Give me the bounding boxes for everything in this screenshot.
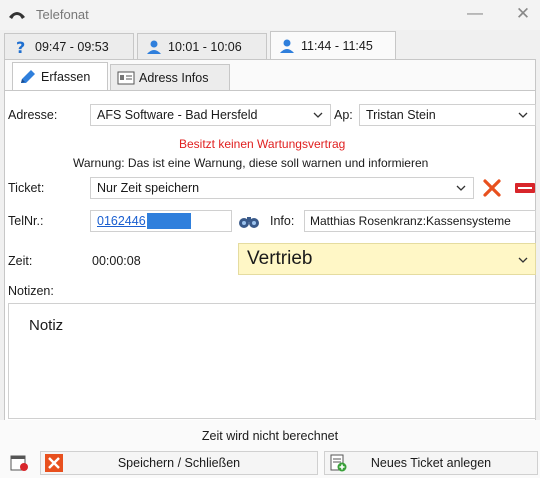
tab-adress-infos-label: Adress Infos	[139, 71, 209, 85]
new-ticket-button[interactable]: Neues Ticket anlegen	[324, 451, 538, 475]
phone-field[interactable]: 0162446	[90, 210, 232, 232]
maintenance-warning: Besitzt keinen Wartungsvertrag	[179, 137, 346, 151]
search-phone-button[interactable]	[236, 209, 262, 233]
address-label: Adresse:	[8, 108, 58, 122]
time-label: Zeit:	[8, 254, 33, 268]
info-label: Info:	[270, 214, 295, 228]
chevron-down-icon	[456, 185, 466, 191]
tab-call-2[interactable]: 10:01 - 10:06	[137, 33, 267, 59]
chevron-down-icon	[518, 112, 528, 118]
ticket-icon	[515, 183, 535, 193]
notes-label: Notizen:	[8, 284, 54, 298]
info-field[interactable]: Matthias Rosenkranz:Kassensysteme	[304, 210, 536, 232]
address-combobox[interactable]: AFS Software - Bad Hersfeld	[90, 104, 331, 126]
address-value: AFS Software - Bad Hersfeld	[97, 108, 258, 122]
address-card-icon	[117, 70, 135, 86]
minimize-button[interactable]: —	[464, 2, 486, 26]
status-text: Zeit wird nicht berechnet	[201, 429, 339, 443]
tab-call-3-label: 11:44 - 11:45	[301, 38, 373, 53]
category-value: Vertrieb	[247, 248, 313, 269]
tab-call-1-label: 09:47 - 09:53	[35, 39, 109, 54]
contact-combobox[interactable]: Tristan Stein	[359, 104, 536, 126]
save-close-button[interactable]: Speichern / Schließen	[40, 451, 318, 475]
close-window-button[interactable]: ✕	[512, 2, 534, 26]
calendar-button[interactable]	[6, 451, 32, 475]
phone-value[interactable]: 0162446	[97, 214, 146, 228]
close-icon	[483, 179, 501, 197]
phone-icon	[9, 12, 25, 19]
title-bar: Telefonat — ✕	[0, 0, 540, 30]
save-close-label: Speichern / Schließen	[117, 456, 241, 470]
clear-ticket-button[interactable]	[479, 176, 505, 200]
phone-label: TelNr.:	[8, 214, 44, 228]
new-ticket-icon	[330, 454, 347, 472]
notes-value: Notiz	[29, 317, 64, 334]
svg-text:?: ?	[16, 39, 25, 55]
tab-erfassen[interactable]: Erfassen	[12, 62, 108, 91]
contact-label: Ap:	[334, 108, 353, 122]
tab-call-3[interactable]: 11:44 - 11:45	[270, 31, 396, 59]
calendar-icon	[10, 455, 28, 471]
tab-call-2-label: 10:01 - 10:06	[168, 39, 242, 54]
time-value: 00:00:08	[92, 254, 141, 268]
ticket-value: Nur Zeit speichern	[97, 181, 200, 195]
pencil-icon	[19, 69, 37, 85]
tab-call-1[interactable]: ? 09:47 - 09:53	[4, 33, 134, 59]
chevron-down-icon	[313, 112, 323, 118]
contact-value: Tristan Stein	[366, 108, 436, 122]
ticket-label: Ticket:	[8, 181, 45, 195]
phone-selection	[146, 213, 191, 229]
general-warning: Warnung: Das ist eine Warnung, diese sol…	[73, 156, 429, 170]
notes-textarea[interactable]: Notiz	[8, 303, 536, 419]
info-value: Matthias Rosenkranz:Kassensysteme	[310, 214, 511, 228]
ticket-combobox[interactable]: Nur Zeit speichern	[90, 177, 474, 199]
person-icon	[279, 38, 295, 54]
tab-erfassen-label: Erfassen	[41, 70, 91, 84]
tab-adress-infos[interactable]: Adress Infos	[110, 64, 230, 91]
new-ticket-label: Neues Ticket anlegen	[370, 456, 492, 470]
category-combobox[interactable]: Vertrieb	[238, 243, 536, 275]
chevron-down-icon	[518, 257, 528, 263]
binoculars-icon	[239, 217, 259, 228]
ticket-button[interactable]	[512, 176, 538, 200]
window-title: Telefonat	[36, 7, 89, 22]
person-icon	[146, 39, 162, 55]
close-icon	[45, 454, 63, 472]
question-icon: ?	[13, 39, 29, 55]
